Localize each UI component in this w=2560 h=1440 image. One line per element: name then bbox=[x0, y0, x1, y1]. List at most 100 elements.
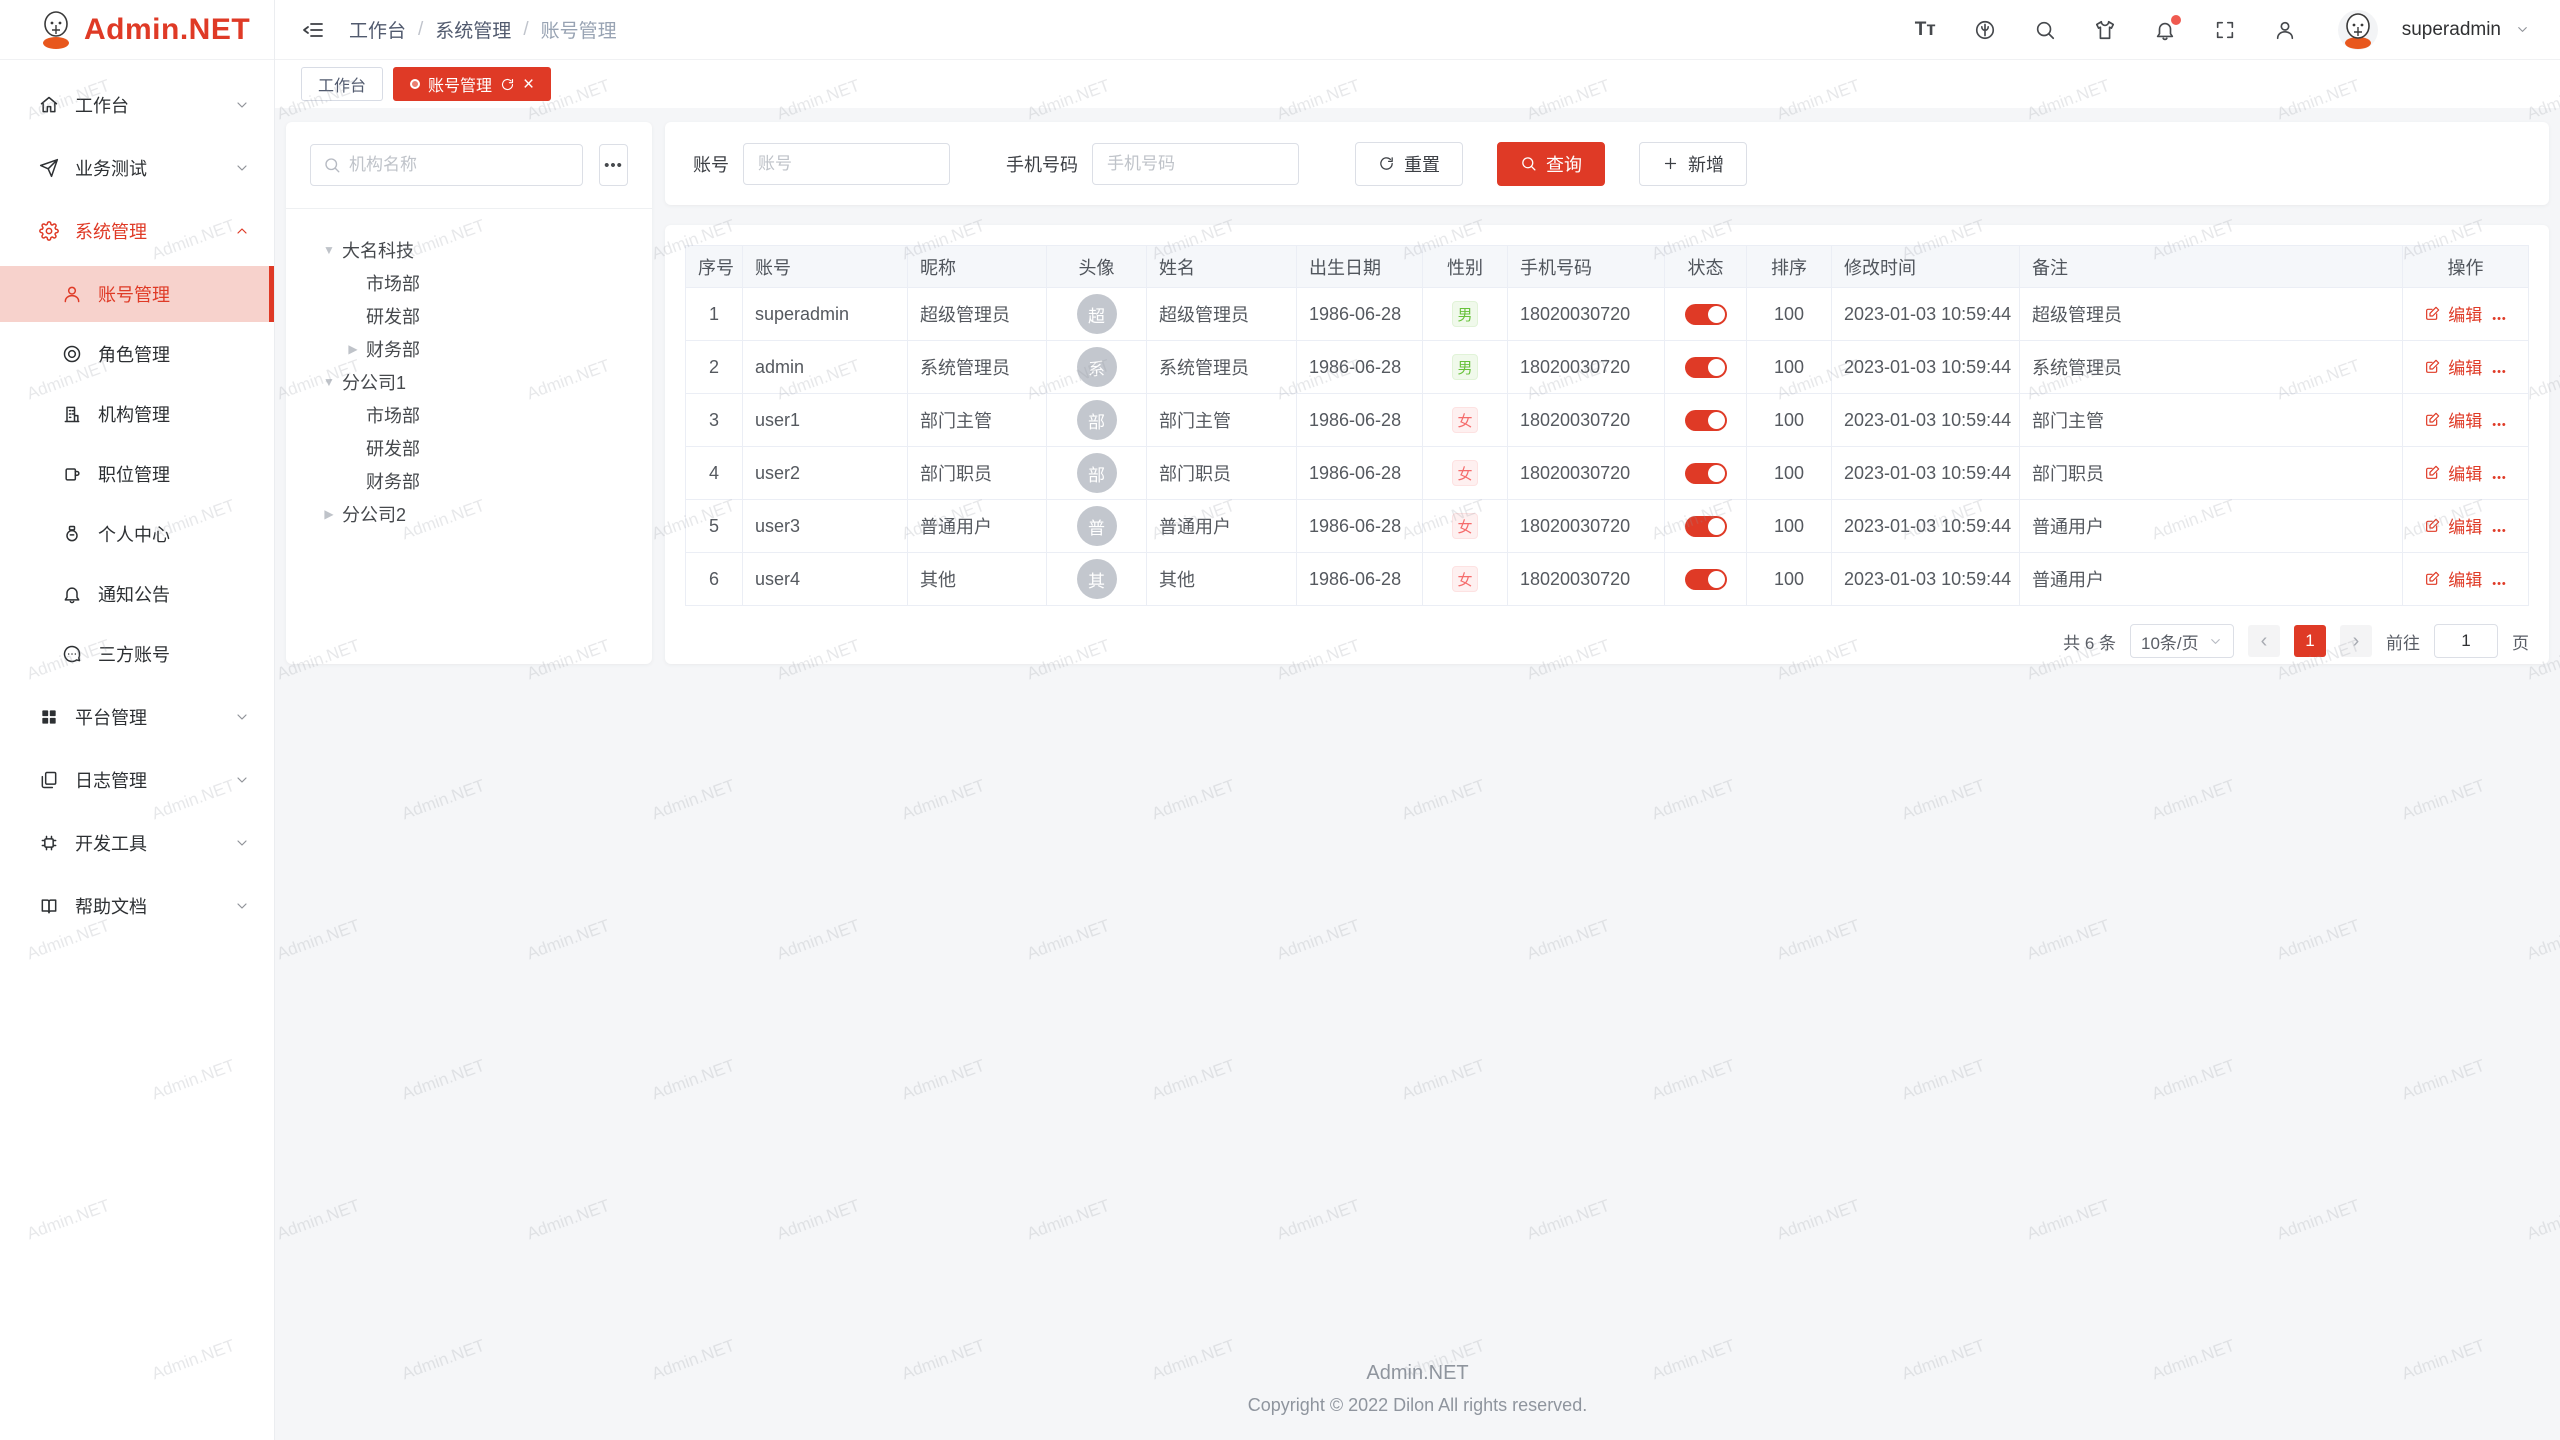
prev-page-button[interactable]: ‹ bbox=[2248, 625, 2280, 657]
avatar[interactable] bbox=[2338, 10, 2378, 50]
tree-node-branch1[interactable]: ▼分公司1 bbox=[286, 365, 652, 398]
query-button[interactable]: 查询 bbox=[1497, 142, 1605, 186]
tree-node-dept[interactable]: 市场部 bbox=[286, 266, 652, 299]
username[interactable]: superadmin bbox=[2402, 19, 2501, 41]
edit-label: 编辑 bbox=[2448, 566, 2482, 591]
caret-right-icon[interactable]: ▶ bbox=[322, 507, 336, 521]
tree-node-dept[interactable]: 财务部 bbox=[286, 464, 652, 497]
edit-button[interactable]: 编辑 bbox=[2424, 301, 2482, 326]
col-account: 账号 bbox=[743, 246, 908, 288]
status-toggle[interactable] bbox=[1685, 410, 1727, 431]
sidebar-item-org-mgmt[interactable]: 机构管理 bbox=[0, 386, 274, 442]
app-logo[interactable]: Admin.NET bbox=[0, 0, 274, 60]
tree-node-dept[interactable]: 市场部 bbox=[286, 398, 652, 431]
sidebar-item-dev-tools[interactable]: 开发工具 bbox=[0, 815, 274, 871]
notification-icon[interactable] bbox=[2154, 19, 2176, 41]
cell-name: 普通用户 bbox=[1147, 500, 1297, 553]
collapse-sidebar-icon[interactable] bbox=[301, 18, 325, 42]
tree-node-label: 研发部 bbox=[366, 435, 420, 461]
refresh-tab-icon[interactable] bbox=[500, 77, 515, 92]
next-page-button[interactable]: › bbox=[2340, 625, 2372, 657]
row-more-button[interactable]: ••• bbox=[2492, 419, 2507, 431]
goto-page-input[interactable] bbox=[2434, 624, 2498, 658]
cell-ops: 编辑 ••• bbox=[2403, 447, 2529, 500]
sidebar-item-third-party-account[interactable]: 三方账号 bbox=[0, 626, 274, 682]
row-more-button[interactable]: ••• bbox=[2492, 313, 2507, 325]
edit-button[interactable]: 编辑 bbox=[2424, 566, 2482, 591]
tree-node-company[interactable]: ▼大名科技 bbox=[286, 233, 652, 266]
tab-workbench[interactable]: 工作台 bbox=[301, 67, 383, 101]
status-toggle[interactable] bbox=[1685, 569, 1727, 590]
breadcrumb: 工作台 / 系统管理 / 账号管理 bbox=[349, 16, 617, 43]
mascot-icon bbox=[38, 10, 74, 50]
chevron-down-icon bbox=[234, 709, 250, 725]
sidebar-item-position-mgmt[interactable]: 职位管理 bbox=[0, 446, 274, 502]
row-more-button[interactable]: ••• bbox=[2492, 366, 2507, 378]
sidebar-item-log-mgmt[interactable]: 日志管理 bbox=[0, 752, 274, 808]
edit-button[interactable]: 编辑 bbox=[2424, 513, 2482, 538]
tshirt-icon-glyph bbox=[2094, 19, 2116, 41]
sidebar-item-help-docs[interactable]: 帮助文档 bbox=[0, 878, 274, 934]
cell-gender: 男 bbox=[1423, 341, 1508, 394]
sidebar-item-notice[interactable]: 通知公告 bbox=[0, 566, 274, 622]
status-toggle[interactable] bbox=[1685, 357, 1727, 378]
org-more-button[interactable]: ••• bbox=[599, 144, 628, 186]
footer-copyright: Copyright © 2022 Dilon All rights reserv… bbox=[275, 1395, 2560, 1416]
page-size-select[interactable]: 10条/页 bbox=[2130, 624, 2234, 658]
row-more-button[interactable]: ••• bbox=[2492, 525, 2507, 537]
cell-remark: 部门职员 bbox=[2020, 447, 2403, 500]
sidebar-item-account-mgmt[interactable]: 账号管理 bbox=[0, 266, 274, 322]
tree-node-dept[interactable]: ▶财务部 bbox=[286, 332, 652, 365]
fullscreen-icon[interactable] bbox=[2214, 19, 2236, 41]
account-input[interactable] bbox=[743, 143, 950, 185]
sidebar-item-workbench[interactable]: 工作台 bbox=[0, 77, 274, 133]
row-more-button[interactable]: ••• bbox=[2492, 578, 2507, 590]
home-icon bbox=[39, 95, 59, 115]
profile-icon[interactable] bbox=[2274, 19, 2296, 41]
sidebar-item-personal-center[interactable]: 个人中心 bbox=[0, 506, 274, 562]
sidebar-item-role-mgmt[interactable]: 角色管理 bbox=[0, 326, 274, 382]
phone-input[interactable] bbox=[1092, 143, 1299, 185]
edit-label: 编辑 bbox=[2448, 407, 2482, 432]
page-1-button[interactable]: 1 bbox=[2294, 625, 2326, 657]
theme-icon[interactable] bbox=[2094, 19, 2116, 41]
tree-node-branch2[interactable]: ▶分公司2 bbox=[286, 497, 652, 530]
status-toggle[interactable] bbox=[1685, 304, 1727, 325]
font-size-icon[interactable]: Tт bbox=[1915, 19, 1936, 41]
edit-button[interactable]: 编辑 bbox=[2424, 354, 2482, 379]
tab-account-mgmt[interactable]: 账号管理 × bbox=[393, 67, 551, 101]
add-button[interactable]: 新增 bbox=[1639, 142, 1747, 186]
sidebar-item-system-mgmt[interactable]: 系统管理 bbox=[0, 203, 274, 259]
language-icon[interactable] bbox=[1974, 19, 1996, 41]
tree-node-label: 市场部 bbox=[366, 402, 420, 428]
status-toggle[interactable] bbox=[1685, 463, 1727, 484]
edit-label: 编辑 bbox=[2448, 354, 2482, 379]
org-search-input[interactable] bbox=[349, 155, 570, 175]
user-icon bbox=[62, 284, 82, 304]
building-icon bbox=[62, 404, 82, 424]
close-tab-icon[interactable]: × bbox=[523, 75, 534, 94]
search-icon[interactable] bbox=[2034, 19, 2056, 41]
accounts-table: 序号 账号 昵称 头像 姓名 出生日期 性别 手机号码 状态 排序 修改时间 bbox=[685, 245, 2529, 606]
caret-right-icon[interactable]: ▶ bbox=[346, 342, 360, 356]
sidebar-item-business-test[interactable]: 业务测试 bbox=[0, 140, 274, 196]
reset-button[interactable]: 重置 bbox=[1355, 142, 1463, 186]
chevron-down-icon bbox=[234, 835, 250, 851]
caret-down-icon[interactable]: ▼ bbox=[322, 243, 336, 257]
caret-down-icon[interactable]: ▼ bbox=[322, 375, 336, 389]
cell-birth: 1986-06-28 bbox=[1297, 394, 1423, 447]
sidebar-item-platform-mgmt[interactable]: 平台管理 bbox=[0, 689, 274, 745]
tree-node-dept[interactable]: 研发部 bbox=[286, 431, 652, 464]
status-toggle[interactable] bbox=[1685, 516, 1727, 537]
cell-index: 4 bbox=[686, 447, 743, 500]
edit-button[interactable]: 编辑 bbox=[2424, 460, 2482, 485]
row-more-button[interactable]: ••• bbox=[2492, 472, 2507, 484]
user-menu-chevron-icon[interactable] bbox=[2515, 22, 2530, 37]
breadcrumb-workbench[interactable]: 工作台 bbox=[349, 16, 406, 43]
cell-birth: 1986-06-28 bbox=[1297, 500, 1423, 553]
edit-button[interactable]: 编辑 bbox=[2424, 407, 2482, 432]
tree-node-dept[interactable]: 研发部 bbox=[286, 299, 652, 332]
avatar: 超 bbox=[1077, 294, 1117, 334]
edit-icon bbox=[2424, 465, 2440, 481]
breadcrumb-system-mgmt[interactable]: 系统管理 bbox=[435, 16, 511, 43]
